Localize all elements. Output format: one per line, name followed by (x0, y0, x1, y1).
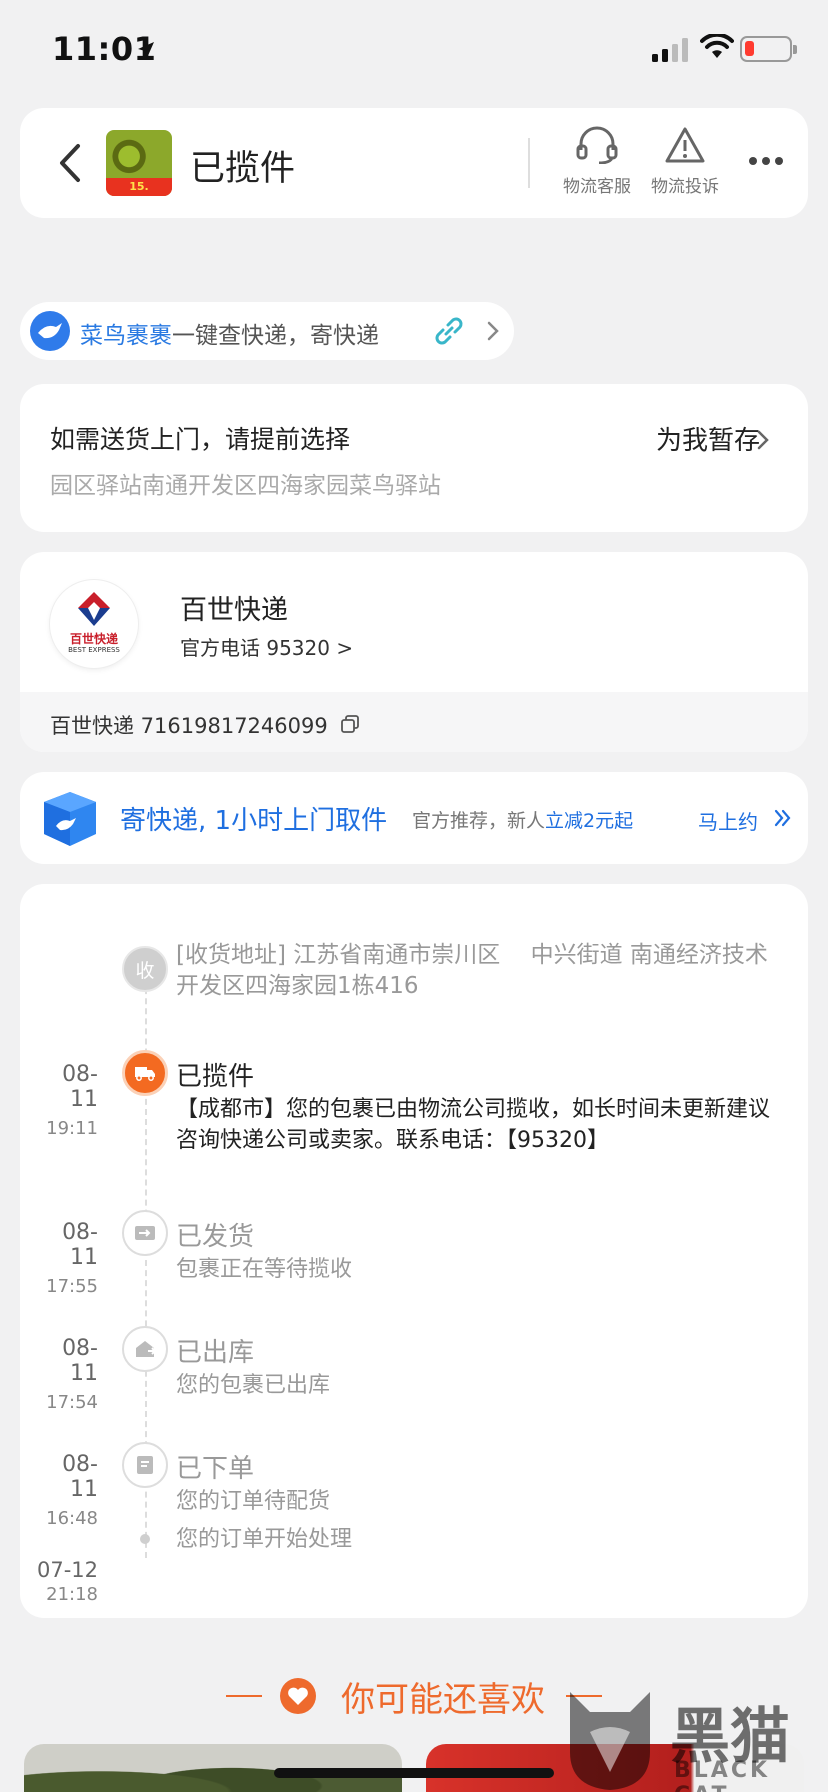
event-title: 已发货 (176, 1222, 255, 1252)
promo-subtext: 官方推荐，新人立减2元起 (412, 806, 633, 833)
page-title: 已揽件 (190, 149, 296, 189)
back-icon[interactable] (50, 140, 90, 186)
double-chevron-right-icon (774, 809, 791, 827)
order-icon (122, 1442, 168, 1488)
delivery-option-card[interactable]: 如需送货上门，请提前选择 园区驿站南通开发区四海家园菜鸟驿站 为我暂存 (20, 384, 808, 532)
header-divider (528, 138, 530, 188)
event-datetime: 08-11 17:55 (36, 1220, 98, 1297)
receive-address-node: 收 (122, 946, 168, 992)
cainiao-text: 菜鸟裹裹一键查快递，寄快递 (80, 316, 379, 350)
complaint-label: 物流投诉 (651, 177, 719, 197)
event-time: 21:18 (46, 1584, 98, 1605)
event-title: 已揽件 (176, 1062, 255, 1092)
event-datetime: 08-11 16:48 (36, 1452, 98, 1529)
copy-icon[interactable] (340, 714, 360, 734)
logistics-timeline: 收 [收货地址] 江苏省南通市崇川区 中兴街道 南通经济技术开发区四海家园1栋4… (20, 884, 808, 1618)
location-arrow-icon (138, 42, 154, 58)
shipped-icon (122, 1210, 168, 1256)
promo-sub-prefix: 官方推荐，新人 (412, 810, 546, 832)
courier-phone-link[interactable]: 官方电话 95320 > (180, 632, 353, 661)
cainiao-slogan: 一键查快递，寄快递 (172, 323, 379, 349)
receive-label: 收 (135, 959, 155, 982)
best-express-logo-icon (78, 592, 110, 626)
book-now-button[interactable]: 马上约 (698, 806, 758, 835)
event-title: 已下单 (176, 1454, 255, 1484)
customer-service-label: 物流客服 (563, 177, 631, 197)
receive-address: [收货地址] 江苏省南通市崇川区 中兴街道 南通经济技术开发区四海家园1栋416 (176, 942, 768, 999)
timeline-dot (140, 1534, 150, 1544)
send-express-promo[interactable]: 寄快递, 1小时上门取件 官方推荐，新人立减2元起 马上约 (20, 772, 808, 864)
pickup-station: 园区驿站南通开发区四海家园菜鸟驿站 (50, 473, 441, 499)
home-indicator (274, 1768, 554, 1778)
promo-discount: 立减2元起 (545, 810, 634, 832)
event-date: 08-11 (62, 1220, 98, 1270)
event-time: 19:11 (46, 1118, 98, 1139)
event-time: 16:48 (46, 1508, 98, 1529)
link-icon (435, 317, 463, 345)
event-description: 您的包裹已出库 (176, 1373, 331, 1398)
event-title: 已出库 (176, 1338, 255, 1368)
headset-icon (576, 126, 618, 165)
battery-icon (740, 36, 797, 62)
black-cat-watermark-icon (570, 1692, 650, 1790)
event-description: 【成都市】您的包裹已由物流公司揽收，如长时间未更新建议咨询快递公司或卖家。联系电… (176, 1097, 771, 1153)
logo-en: BEST EXPRESS (68, 646, 120, 654)
delivery-title: 如需送货上门，请提前选择 (50, 425, 351, 454)
cainiao-brand: 菜鸟裹裹 (80, 323, 172, 349)
package-box-icon (44, 792, 96, 846)
courier-name: 百世快递 (180, 595, 288, 626)
truck-icon (122, 1050, 168, 1096)
watermark-en: BLACK CAT (674, 1758, 771, 1792)
event-date: 07-12 (36, 1558, 98, 1582)
event-date: 08-11 (62, 1336, 98, 1386)
event-time: 17:55 (46, 1276, 98, 1297)
courier-card: 百世快递 BEST EXPRESS 百世快递 官方电话 95320 > 百世快递… (20, 552, 808, 752)
customer-service-button[interactable]: 物流客服 (552, 126, 642, 197)
more-icon[interactable] (748, 156, 784, 166)
chevron-right-icon (757, 430, 769, 450)
event-date: 08-11 (62, 1452, 98, 1502)
event-description: 包裹正在等待揽收 (176, 1257, 353, 1282)
hold-for-me-button[interactable]: 为我暂存 (656, 420, 760, 457)
wifi-icon (700, 34, 734, 58)
event-datetime: 08-11 17:54 (36, 1336, 98, 1413)
complaint-button[interactable]: 物流投诉 (640, 126, 730, 197)
event-date: 08-11 (62, 1062, 98, 1112)
courier-logo: 百世快递 BEST EXPRESS (50, 580, 138, 668)
logo-cn: 百世快递 (69, 632, 118, 646)
event-datetime: 07-12 21:18 (36, 1558, 98, 1605)
warehouse-icon (122, 1326, 168, 1372)
cainiao-logo-icon (30, 311, 70, 351)
product-thumbnail[interactable]: 15. (106, 130, 172, 196)
cainiao-banner[interactable]: 菜鸟裹裹一键查快递，寄快递 (20, 302, 514, 360)
thumbnail-price-tag: 15. (106, 178, 172, 196)
event-description: 您的订单待配货 (176, 1489, 331, 1514)
warning-icon (665, 127, 705, 163)
event-time: 17:54 (46, 1392, 98, 1413)
chevron-right-icon (487, 321, 499, 341)
header-card: 15. 已揽件 物流客服 物流投诉 (20, 108, 808, 218)
cellular-signal-icon (652, 38, 688, 62)
event-datetime: 08-11 19:11 (36, 1062, 98, 1139)
event-description: 您的订单开始处理 (176, 1527, 353, 1552)
tracking-number: 百世快递 71619817246099 (50, 714, 328, 738)
promo-headline: 寄快递, 1小时上门取件 (120, 806, 388, 836)
